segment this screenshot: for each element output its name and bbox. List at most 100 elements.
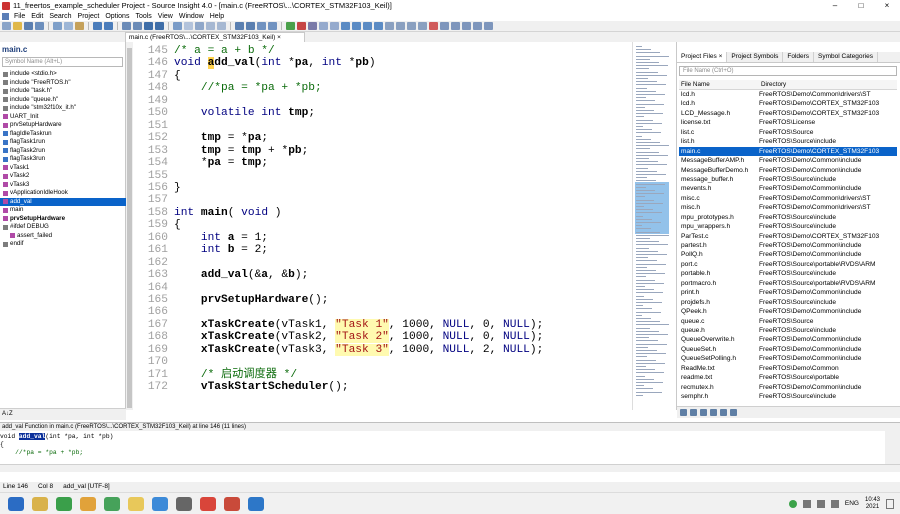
file-row[interactable]: semphr.h FreeRTOS\Source\include [679, 392, 897, 401]
code-editor[interactable]: 145 /* a = a + b */ 146 void add_val(int *p… [133, 42, 632, 410]
add-icon[interactable] [700, 409, 707, 416]
file-row[interactable]: projdefs.h FreeRTOS\Source\include [679, 298, 897, 307]
filter-icon[interactable] [720, 409, 727, 416]
code-line[interactable]: 170 [133, 356, 632, 369]
code-line[interactable]: 145 /* a = a + b */ [133, 45, 632, 58]
tab-project-symbols[interactable]: Project Symbols [727, 52, 784, 62]
maximize-button[interactable]: □ [848, 1, 874, 10]
file-row[interactable]: LCD_Message.h FreeRTOS\Demo\CORTEX_STM32F… [679, 109, 897, 118]
tab-main-c[interactable]: main.c (FreeRTOS\...\CORTEX_STM32F103_Ke… [125, 32, 305, 42]
bookmark-icon[interactable] [173, 22, 182, 30]
chrome-icon[interactable] [200, 496, 216, 511]
code-line[interactable]: 164 [133, 282, 632, 295]
window-list-icon[interactable] [462, 22, 471, 30]
replace-icon[interactable] [133, 22, 142, 30]
new-file-icon[interactable] [2, 22, 11, 30]
file-row[interactable]: QPeek.h FreeRTOS\Demo\Common\include [679, 307, 897, 316]
window-icon[interactable] [206, 22, 215, 30]
menu-window[interactable]: Window [176, 13, 207, 20]
wechat-icon[interactable] [56, 496, 72, 511]
layout-icon[interactable] [330, 22, 339, 30]
file-row[interactable]: QueueOverwrite.h FreeRTOS\Demo\Common\inc… [679, 335, 897, 344]
code-line[interactable]: 167 xTaskCreate(vTask1, "Task 1", 1000, … [133, 318, 632, 332]
start-icon[interactable] [8, 496, 24, 511]
file-row[interactable]: mpu_wrappers.h FreeRTOS\Source\include [679, 222, 897, 231]
code-line[interactable]: 149 [133, 95, 632, 108]
panel-icon[interactable] [246, 22, 255, 30]
code-line[interactable]: 152 tmp = *pa; [133, 132, 632, 145]
menu-search[interactable]: Search [46, 13, 74, 20]
paste-icon[interactable] [75, 22, 84, 30]
file-row[interactable]: ParTest.c FreeRTOS\Demo\CORTEX_STM32F103 [679, 232, 897, 241]
tab-symbol-categories[interactable]: Symbol Categories [814, 52, 878, 62]
app-icon[interactable] [224, 496, 240, 511]
file-row[interactable]: port.c FreeRTOS\Source\portable\RVDS\ARM [679, 260, 897, 269]
code-line[interactable]: 154 *pa = tmp; [133, 157, 632, 170]
menu-project[interactable]: Project [75, 13, 103, 20]
symbol-list-item[interactable]: #ifdef DEBUG [0, 223, 126, 232]
file-row[interactable]: readme.txt FreeRTOS\Source\portable [679, 373, 897, 382]
jump-icon[interactable] [184, 22, 193, 30]
code-line[interactable]: 146 void add_val(int *pa, int *pb) [133, 57, 632, 70]
code-line[interactable]: 155 [133, 170, 632, 183]
symbol-list-item[interactable]: vTask2 [0, 172, 126, 181]
window-list-icon[interactable] [440, 22, 449, 30]
code-line[interactable]: 162 [133, 257, 632, 270]
menu-file[interactable]: File [11, 13, 28, 20]
stop-icon[interactable] [297, 22, 306, 30]
code-line[interactable]: 157 [133, 194, 632, 207]
symbol-list-item[interactable]: main [0, 206, 126, 215]
browse-icon[interactable] [396, 22, 405, 30]
file-row[interactable]: queue.h FreeRTOS\Source\include [679, 326, 897, 335]
code-line[interactable]: 166 [133, 306, 632, 319]
file-row[interactable]: lcd.h FreeRTOS\Demo\CORTEX_STM32F103 [679, 99, 897, 108]
file-row[interactable]: QueueSet.h FreeRTOS\Demo\Common\include [679, 345, 897, 354]
context-horizontal-scrollbar[interactable] [0, 464, 900, 472]
network-icon[interactable] [816, 499, 825, 508]
symbol-window-scrollbar[interactable] [126, 42, 133, 410]
code-line[interactable]: 172 vTaskStartScheduler(); [133, 381, 632, 394]
tile-icon[interactable] [217, 22, 226, 30]
file-row[interactable]: MessageBufferDemo.h FreeRTOS\Demo\Common\… [679, 166, 897, 175]
app-icon[interactable] [248, 496, 264, 511]
symbol-list-item[interactable]: flagTask3run [0, 155, 126, 164]
code-line[interactable]: 160 int a = 1; [133, 232, 632, 245]
context-scrollbar[interactable] [885, 431, 900, 464]
settings-icon[interactable] [680, 409, 687, 416]
symbol-list-item[interactable]: include "task.h" [0, 87, 126, 96]
tray-app-icon[interactable] [788, 499, 797, 508]
app-icon[interactable] [80, 496, 96, 511]
symbol-list-item[interactable]: prvSetupHardware [0, 121, 126, 130]
menu-tools[interactable]: Tools [132, 13, 154, 20]
file-row[interactable]: PollQ.h FreeRTOS\Demo\Common\include [679, 250, 897, 259]
file-row[interactable]: mevents.h FreeRTOS\Demo\Common\include [679, 184, 897, 193]
file-row[interactable]: portable.h FreeRTOS\Source\include [679, 269, 897, 278]
symbol-list-item[interactable]: add_val [0, 197, 126, 206]
symbol-list-item[interactable]: include "stm32f10x_it.h" [0, 104, 126, 113]
build-icon[interactable] [286, 22, 295, 30]
volume-icon[interactable] [830, 499, 839, 508]
code-line[interactable]: 169 xTaskCreate(vTask3, "Task 3", 1000, … [133, 343, 632, 357]
tray-icon[interactable] [802, 499, 811, 508]
document-menu-icon[interactable] [2, 12, 9, 20]
back-icon[interactable] [144, 22, 153, 30]
file-row[interactable]: ReadMe.txt FreeRTOS\Demo\Common [679, 364, 897, 373]
symbol-list-item[interactable]: flagIdleTaskrun [0, 130, 126, 139]
column-file-name[interactable]: File Name [679, 80, 759, 89]
code-line[interactable]: 151 [133, 120, 632, 133]
file-row[interactable]: portmacro.h FreeRTOS\Source\portable\RVDS… [679, 279, 897, 288]
refresh-icon[interactable] [690, 409, 697, 416]
folder-icon[interactable] [128, 496, 144, 511]
remove-icon[interactable] [710, 409, 717, 416]
file-row[interactable]: queue.c FreeRTOS\Source [679, 317, 897, 326]
symbol-list-item[interactable]: vApplicationIdleHook [0, 189, 126, 198]
context-window[interactable]: void add_val(int *pa, int *pb) { //*pa =… [0, 431, 885, 464]
symbol-sort-button[interactable]: A↓Z [0, 408, 126, 420]
menu-view[interactable]: View [155, 13, 176, 20]
code-line[interactable]: 153 tmp = tmp + *pb; [133, 145, 632, 158]
code-line[interactable]: 171 /* 启动调度器 */ [133, 369, 632, 382]
window-list-icon[interactable] [484, 22, 493, 30]
app-icon[interactable] [152, 496, 168, 511]
browse-icon[interactable] [418, 22, 427, 30]
code-line[interactable]: 159 { [133, 219, 632, 232]
